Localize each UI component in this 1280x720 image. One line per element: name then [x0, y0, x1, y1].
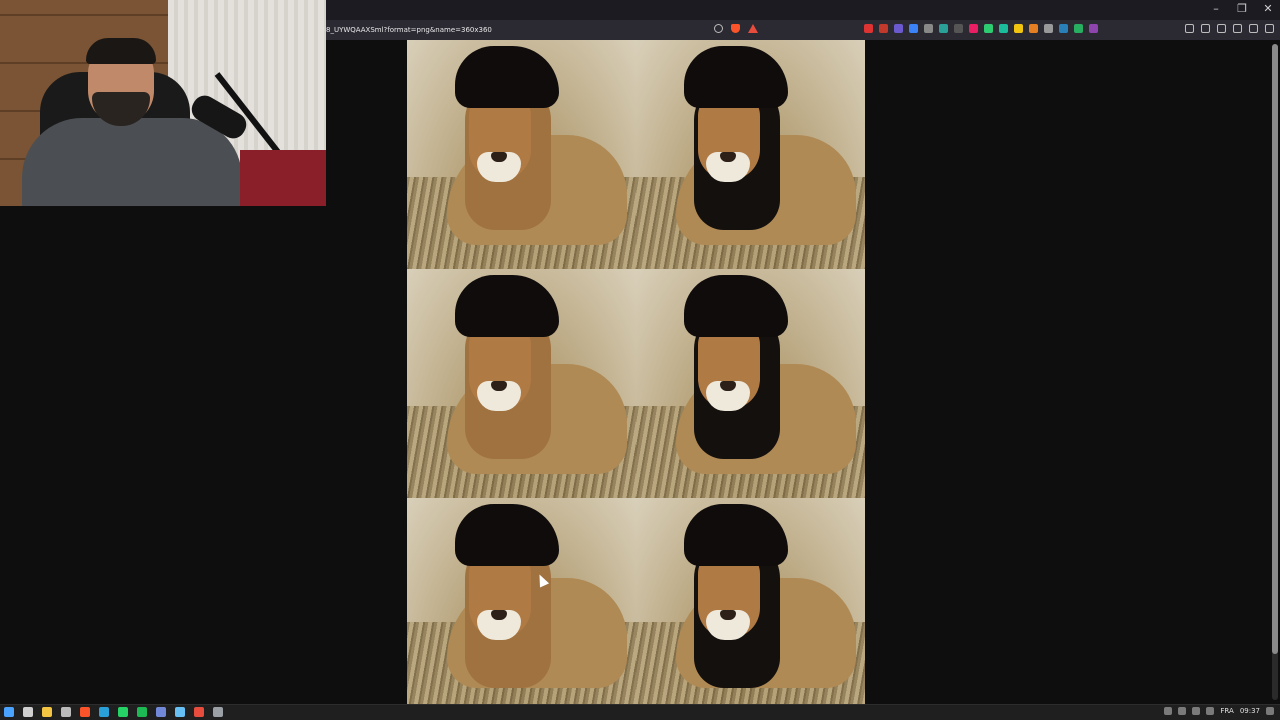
lion-hair-tile-4 — [636, 269, 865, 498]
ext-new-icon[interactable] — [864, 24, 873, 33]
ext-violet-icon[interactable] — [1089, 24, 1098, 33]
toolbar-right-icons — [1185, 24, 1274, 33]
address-bar[interactable]: 8_UYWQAAXSml?format=png&name=360x360 — [326, 23, 766, 37]
close-button[interactable]: ✕ — [1260, 2, 1276, 15]
lion-hair — [684, 275, 788, 337]
red-app-icon[interactable] — [194, 707, 204, 717]
lion-hair — [455, 504, 559, 566]
brave-icon[interactable] — [80, 707, 90, 717]
ext-lightgray-icon[interactable] — [1044, 24, 1053, 33]
menu-icon[interactable] — [1265, 24, 1274, 33]
lion-hair — [455, 275, 559, 337]
lion-image-grid — [407, 40, 865, 705]
discord-icon[interactable] — [156, 707, 166, 717]
wallet-icon[interactable] — [1217, 24, 1226, 33]
volume-icon[interactable] — [1206, 707, 1215, 715]
lion-hair-tile-6 — [636, 498, 865, 705]
start-icon[interactable] — [4, 707, 14, 717]
settings-icon[interactable] — [213, 707, 223, 717]
ext-cyan-icon[interactable] — [999, 24, 1008, 33]
sidebar-icon[interactable] — [1201, 24, 1210, 33]
lion-hair-tile-3 — [407, 269, 636, 498]
ext-blue2-icon[interactable] — [1059, 24, 1068, 33]
brave-shield-icon[interactable] — [731, 24, 740, 33]
file-explorer-icon[interactable] — [42, 707, 52, 717]
ext-yellow-icon[interactable] — [1014, 24, 1023, 33]
webcam-overlay — [0, 0, 326, 206]
language-indicator[interactable]: FRA — [1220, 707, 1233, 715]
lion-hair — [455, 46, 559, 108]
ext-dark-icon[interactable] — [954, 24, 963, 33]
window-controls: – ❐ ✕ — [1208, 2, 1276, 15]
ext-green2-icon[interactable] — [1074, 24, 1083, 33]
page-scrollbar[interactable] — [1272, 44, 1278, 700]
lion-hair — [684, 504, 788, 566]
steam-icon[interactable] — [175, 707, 185, 717]
ext-blue-icon[interactable] — [909, 24, 918, 33]
ext-teal-icon[interactable] — [939, 24, 948, 33]
system-tray: FRA 09:37 — [1164, 707, 1274, 715]
minimize-button[interactable]: – — [1208, 2, 1224, 15]
ext-orange-icon[interactable] — [1029, 24, 1038, 33]
url-text[interactable]: 8_UYWQAAXSml?format=png&name=360x360 — [326, 26, 492, 34]
lion-hair-tile-2 — [636, 40, 865, 269]
webcam-desk-object — [240, 150, 326, 206]
lion-hair-tile-5 — [407, 498, 636, 705]
extensions-icon[interactable] — [1233, 24, 1242, 33]
ext-gray-icon[interactable] — [924, 24, 933, 33]
url-bar-icons — [714, 24, 758, 33]
webcam-person-body — [22, 118, 242, 206]
clock[interactable]: 09:37 — [1240, 707, 1260, 715]
lion-hair — [684, 46, 788, 108]
taskbar: FRA 09:37 — [0, 704, 1280, 720]
ext-pink-icon[interactable] — [969, 24, 978, 33]
edge-icon[interactable] — [99, 707, 109, 717]
spotify-icon[interactable] — [137, 707, 147, 717]
vpn-icon[interactable] — [1249, 24, 1258, 33]
network-icon[interactable] — [1192, 707, 1201, 715]
whatsapp-icon[interactable] — [118, 707, 128, 717]
restore-button[interactable]: ❐ — [1234, 2, 1250, 15]
taskbar-apps — [4, 707, 223, 717]
extension-icons — [864, 24, 1098, 33]
media-icon[interactable] — [1185, 24, 1194, 33]
zoom-icon[interactable] — [714, 24, 723, 33]
ext-red-icon[interactable] — [879, 24, 888, 33]
webcam-person-hair — [86, 38, 156, 64]
tray-chevron-icon[interactable] — [1164, 707, 1173, 715]
notifications-icon[interactable] — [1266, 707, 1274, 715]
tray-app-icon[interactable] — [1178, 707, 1187, 715]
notes-icon[interactable] — [61, 707, 71, 717]
rewards-icon[interactable] — [748, 24, 758, 33]
ext-purple-icon[interactable] — [894, 24, 903, 33]
scrollbar-thumb[interactable] — [1272, 44, 1278, 654]
lion-hair-tile-1 — [407, 40, 636, 269]
ext-green-icon[interactable] — [984, 24, 993, 33]
search-icon[interactable] — [23, 707, 33, 717]
